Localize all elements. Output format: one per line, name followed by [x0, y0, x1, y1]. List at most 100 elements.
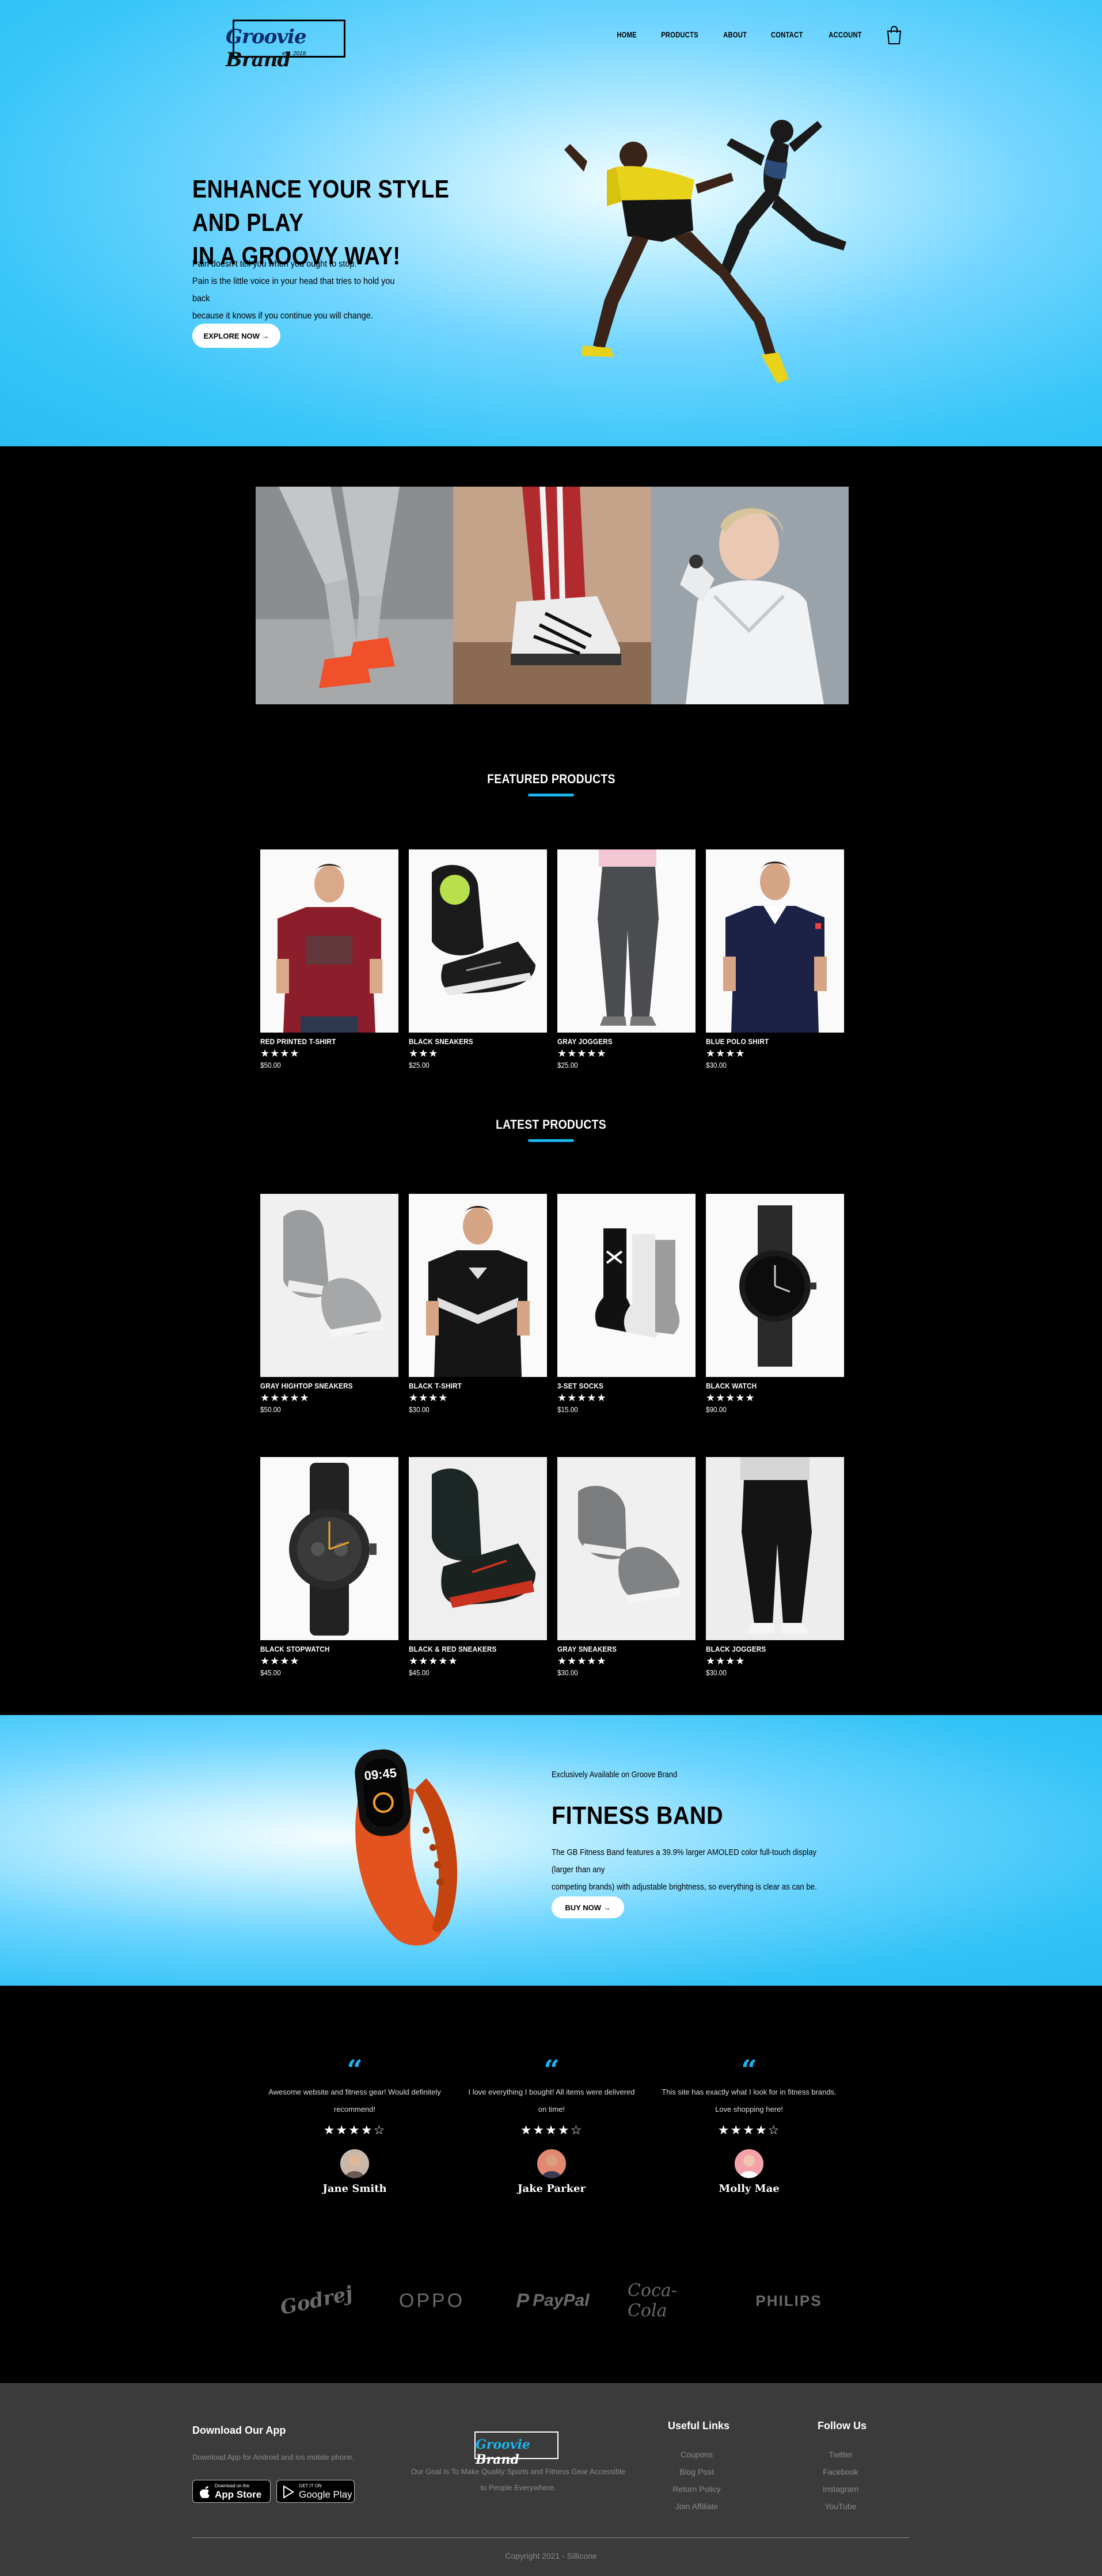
google-play-button[interactable]: GET IT ON Google Play [276, 2480, 355, 2503]
black-joggers-photo [706, 1457, 844, 1640]
product-name[interactable]: BLACK JOGGERS [706, 1645, 830, 1653]
category-tile-sneakers[interactable] [256, 487, 454, 704]
footer-link-return-policy[interactable]: Return Policy [668, 2484, 725, 2494]
footer-app-text: Download App for Android and ios mobile … [192, 2453, 355, 2461]
nav-account[interactable]: ACCOUNT [829, 30, 862, 39]
product-image[interactable] [557, 849, 696, 1033]
logo[interactable]: Groovie Brand est. 2018 [218, 13, 350, 71]
featured-title-underline [528, 794, 574, 796]
product-name[interactable]: GRAY SNEAKERS [557, 1645, 682, 1653]
quote-icon: “ [741, 2054, 757, 2086]
gray-joggers-photo [557, 849, 696, 1033]
category-banner [256, 487, 849, 704]
nav-about[interactable]: ABOUT [723, 30, 747, 39]
red-tshirt-photo [260, 849, 398, 1033]
product-price: $45.00 [409, 1668, 430, 1677]
product-rating: ★★★★★ [557, 1048, 607, 1059]
sneakers-photo [256, 487, 454, 704]
product-rating: ★★★★ [706, 1048, 746, 1059]
fitness-band-image[interactable]: 09:45 [322, 1738, 495, 1957]
product-image[interactable] [260, 1457, 398, 1640]
product-rating: ★★★★★ [557, 1392, 607, 1403]
latest-products-title: LATEST PRODUCTS [496, 1117, 606, 1132]
nav-links: HOME PRODUCTS ABOUT CONTACT ACCOUNT [614, 30, 866, 39]
product-name[interactable]: BLUE POLO SHIRT [706, 1037, 830, 1046]
brand-logo-oppo[interactable]: OPPO [389, 2278, 475, 2324]
product-image[interactable] [706, 849, 844, 1033]
product-rating: ★★★★ [260, 1048, 300, 1059]
footer-logo[interactable]: Groovie Brand [472, 2430, 561, 2467]
product-image[interactable] [260, 849, 398, 1033]
product-image[interactable] [409, 1194, 547, 1377]
product-image[interactable] [557, 1194, 696, 1377]
product-name[interactable]: GRAY JOGGERS [557, 1037, 682, 1046]
product-card[interactable]: BLACK STOPWATCH ★★★★ $45.00 [260, 1457, 398, 1677]
brand-logo-paypal[interactable]: P PayPal [507, 2278, 599, 2324]
product-card[interactable]: BLUE POLO SHIRT ★★★★ $30.00 [706, 849, 844, 1069]
hero-subtitle: Pain doesn't tell you when you ought to … [192, 259, 395, 321]
latest-title-underline [528, 1139, 574, 1142]
google-play-icon [283, 2486, 294, 2498]
product-rating: ★★★★ [706, 1655, 746, 1667]
product-card[interactable]: GRAY HIGHTOP SNEAKERS ★★★★★ $50.00 [260, 1194, 398, 1414]
quote-icon: “ [347, 2054, 363, 2086]
product-card[interactable]: 3-SET SOCKS ★★★★★ $15.00 [557, 1194, 696, 1414]
nav-products[interactable]: PRODUCTS [661, 30, 698, 39]
nav-home[interactable]: HOME [617, 30, 637, 39]
product-card[interactable]: BLACK SNEAKERS ★★★ $25.00 [409, 849, 547, 1069]
product-image[interactable] [706, 1194, 844, 1377]
product-name[interactable]: BLACK STOPWATCH [260, 1645, 385, 1653]
quote-icon: “ [544, 2054, 560, 2086]
product-name[interactable]: BLACK T-SHIRT [409, 1382, 533, 1390]
product-card[interactable]: GRAY JOGGERS ★★★★★ $25.00 [557, 849, 696, 1069]
category-tile-hoodie[interactable] [651, 487, 849, 704]
category-tile-shoes[interactable] [453, 487, 651, 704]
footer-link-blog[interactable]: Blog Post [668, 2467, 725, 2476]
app-store-button[interactable]: Download on the App Store [192, 2480, 271, 2503]
footer-link-coupons[interactable]: Coupons [668, 2450, 725, 2459]
footer-link-youtube[interactable]: YouTube [812, 2502, 869, 2511]
product-image[interactable] [557, 1457, 696, 1640]
navbar: Groovie Brand est. 2018 HOME PRODUCTS AB… [218, 13, 906, 71]
product-card[interactable]: RED PRINTED T-SHIRT ★★★★ $50.00 [260, 849, 398, 1069]
product-name[interactable]: BLACK WATCH [706, 1382, 830, 1390]
product-image[interactable] [706, 1457, 844, 1640]
brand-logo-coca-cola[interactable]: Coca-Cola [628, 2278, 714, 2324]
buy-now-button[interactable]: BUY NOW → [552, 1896, 624, 1918]
product-card[interactable]: GRAY SNEAKERS ★★★★★ $30.00 [557, 1457, 696, 1677]
explore-now-button[interactable]: EXPLORE NOW → [192, 324, 280, 348]
product-image[interactable] [409, 849, 547, 1033]
footer-link-instagram[interactable]: Instagram [812, 2484, 869, 2494]
blue-polo-photo [706, 849, 844, 1033]
nav-contact[interactable]: CONTACT [771, 30, 803, 39]
product-name[interactable]: GRAY HIGHTOP SNEAKERS [260, 1382, 385, 1390]
product-card[interactable]: BLACK JOGGERS ★★★★ $30.00 [706, 1457, 844, 1677]
product-card[interactable]: BLACK & RED SNEAKERS ★★★★★ $45.00 [409, 1457, 547, 1677]
footer-link-twitter[interactable]: Twitter [812, 2450, 869, 2459]
paypal-p-icon: P [516, 2289, 530, 2312]
copyright: Copyright 2021 - Sillicone [505, 2551, 597, 2560]
product-price: $30.00 [557, 1668, 578, 1677]
shopping-bag-icon[interactable] [886, 25, 903, 45]
product-price: $50.00 [260, 1405, 281, 1414]
product-rating: ★★★★★ [557, 1655, 607, 1667]
product-name[interactable]: BLACK & RED SNEAKERS [409, 1645, 533, 1653]
footer-link-facebook[interactable]: Facebook [812, 2467, 869, 2476]
testimonial-text: This site has exactly what I look for in… [662, 2088, 837, 2114]
brand-logo-philips[interactable]: PHILIPS [748, 2278, 829, 2324]
product-image[interactable] [409, 1457, 547, 1640]
socks-photo [557, 1194, 696, 1377]
gray-hightop-photo [260, 1194, 398, 1377]
product-card[interactable]: BLACK WATCH ★★★★★ $90.00 [706, 1194, 844, 1414]
gray-sneakers-photo [557, 1457, 696, 1640]
product-name[interactable]: BLACK SNEAKERS [409, 1037, 533, 1046]
product-name[interactable]: RED PRINTED T-SHIRT [260, 1037, 385, 1046]
brand-logo-godrej[interactable]: Godrej [276, 2278, 357, 2324]
footer-link-affiliate[interactable]: Join Affiliate [668, 2502, 725, 2511]
product-rating: ★★★★★ [260, 1392, 310, 1403]
product-card[interactable]: BLACK T-SHIRT ★★★★ $30.00 [409, 1194, 547, 1414]
apple-icon [199, 2486, 210, 2498]
product-name[interactable]: 3-SET SOCKS [557, 1382, 682, 1390]
footer: Download Our App Download App for Androi… [0, 2383, 1102, 2576]
product-image[interactable] [260, 1194, 398, 1377]
